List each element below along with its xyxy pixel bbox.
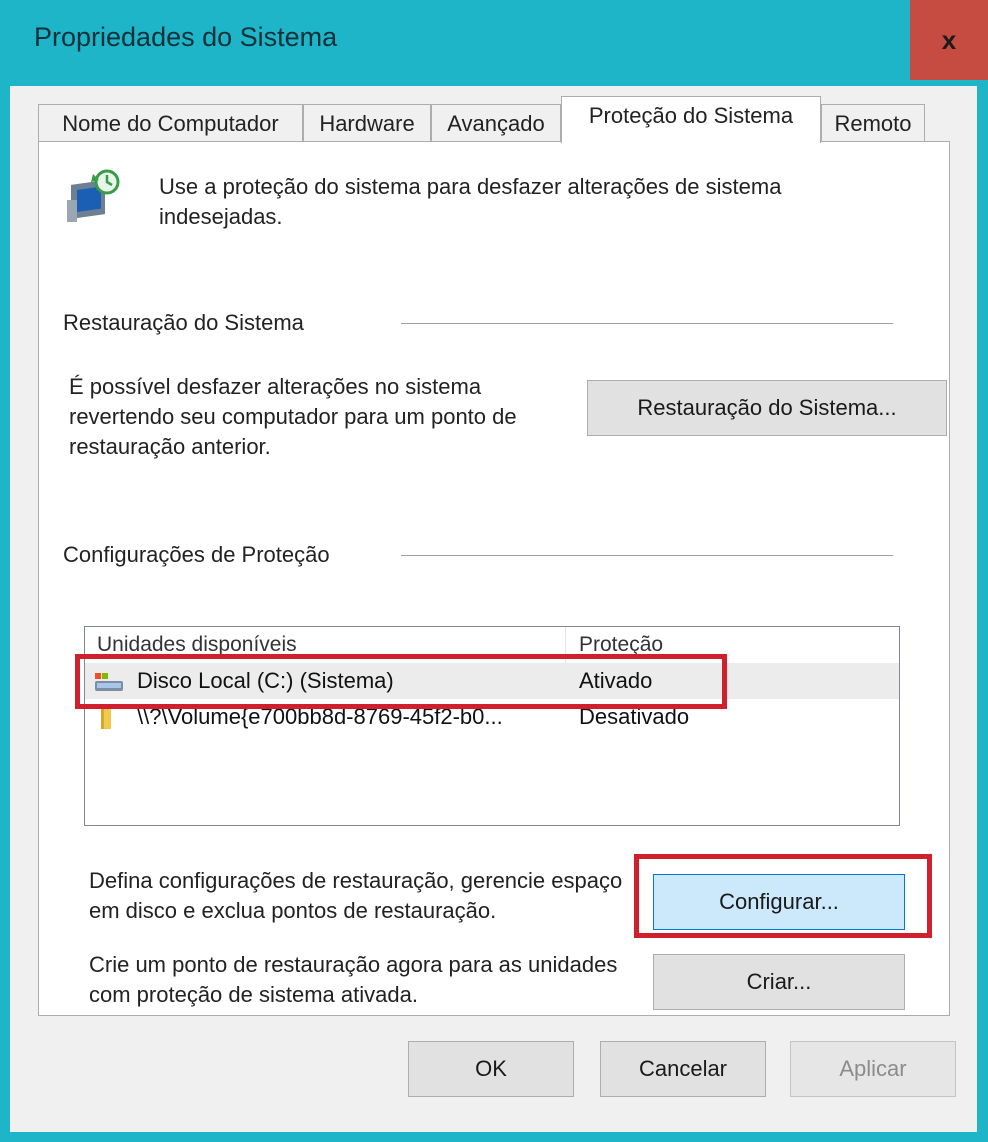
window-title: Propriedades do Sistema xyxy=(34,22,338,52)
protection-group-title: Configurações de Proteção xyxy=(63,542,330,567)
restore-description: É possível desfazer alterações no sistem… xyxy=(69,374,517,459)
restore-group-divider xyxy=(401,323,893,324)
system-protection-panel: Use a proteção do sistema para desfazer … xyxy=(38,141,950,1016)
restore-group-title: Restauração do Sistema xyxy=(63,310,304,335)
close-button[interactable]: x xyxy=(910,0,988,80)
create-button[interactable]: Criar... xyxy=(653,954,905,1010)
apply-button[interactable]: Aplicar xyxy=(790,1041,956,1097)
dialog-body: Nome do Computador Hardware Avançado Pro… xyxy=(10,86,977,1132)
volume-folder-icon xyxy=(101,709,111,729)
intro-text: Use a proteção do sistema para desfazer … xyxy=(159,174,782,229)
configure-description: Defina configurações de restauração, ger… xyxy=(89,868,623,923)
tab-remote[interactable]: Remoto xyxy=(821,104,925,142)
system-restore-button[interactable]: Restauração do Sistema... xyxy=(587,380,947,436)
tab-computer-name[interactable]: Nome do Computador xyxy=(38,104,303,142)
system-properties-window: Propriedades do Sistema x Nome do Comput… xyxy=(0,0,988,1142)
system-protection-icon xyxy=(67,169,120,222)
ok-button[interactable]: OK xyxy=(408,1041,574,1097)
drive-highlight-box xyxy=(75,654,727,709)
protection-group-divider xyxy=(401,555,893,556)
tab-hardware[interactable]: Hardware xyxy=(303,104,431,142)
create-description: Crie um ponto de restauração agora para … xyxy=(89,952,618,1007)
configure-highlight-box xyxy=(634,854,932,938)
cancel-button[interactable]: Cancelar xyxy=(600,1041,766,1097)
title-bar[interactable]: Propriedades do Sistema x xyxy=(0,0,988,86)
tab-system-protection[interactable]: Proteção do Sistema xyxy=(561,96,821,143)
tab-advanced[interactable]: Avançado xyxy=(431,104,561,142)
